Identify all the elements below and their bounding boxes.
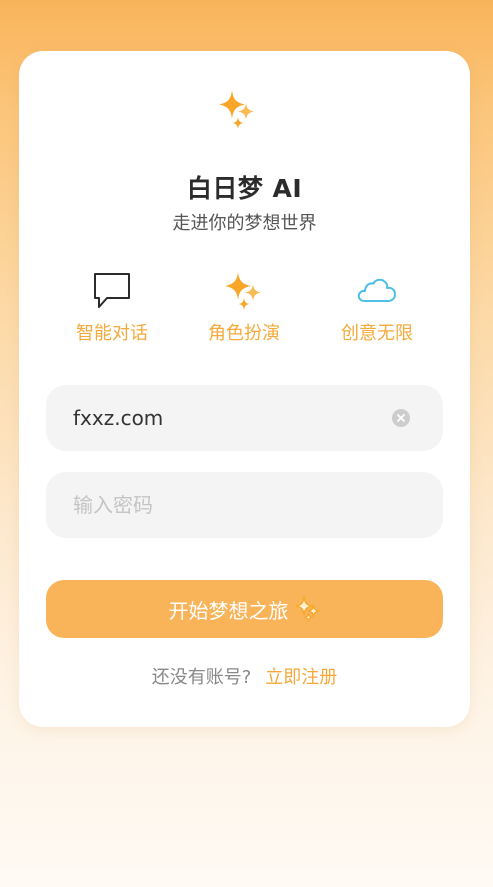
register-link[interactable]: 立即注册 <box>265 667 337 688</box>
password-field[interactable]: 输入密码 <box>46 472 443 538</box>
sparkles-icon <box>294 596 320 622</box>
feature-smart-chat: 智能对话 <box>52 271 172 345</box>
login-card: 白日梦 AI 走进你的梦想世界 智能对话 角色扮演 创意无限 fxxz.com <box>19 51 470 727</box>
chat-bubble-icon <box>94 273 130 308</box>
cloud-icon <box>357 278 396 302</box>
email-field[interactable]: fxxz.com <box>46 385 443 451</box>
app-title: 白日梦 AI <box>186 174 303 203</box>
app-subtitle: 走进你的梦想世界 <box>172 213 317 234</box>
feature-label: 创意无限 <box>341 323 413 344</box>
sparkles-icon <box>219 90 254 129</box>
email-value[interactable]: fxxz.com <box>73 385 163 451</box>
no-account-text: 还没有账号? <box>151 667 252 688</box>
start-journey-button[interactable]: 开始梦想之旅 <box>46 580 443 638</box>
feature-unlimited-creativity: 创意无限 <box>317 271 437 345</box>
sparkles-icon <box>225 272 261 310</box>
feature-role-play: 角色扮演 <box>184 271 304 345</box>
register-prompt: 还没有账号? 立即注册 <box>19 663 470 689</box>
feature-label: 角色扮演 <box>208 323 280 344</box>
start-journey-label: 开始梦想之旅 <box>168 598 289 623</box>
feature-label: 智能对话 <box>76 323 148 344</box>
clear-icon[interactable] <box>392 409 410 427</box>
password-placeholder[interactable]: 输入密码 <box>73 472 153 538</box>
